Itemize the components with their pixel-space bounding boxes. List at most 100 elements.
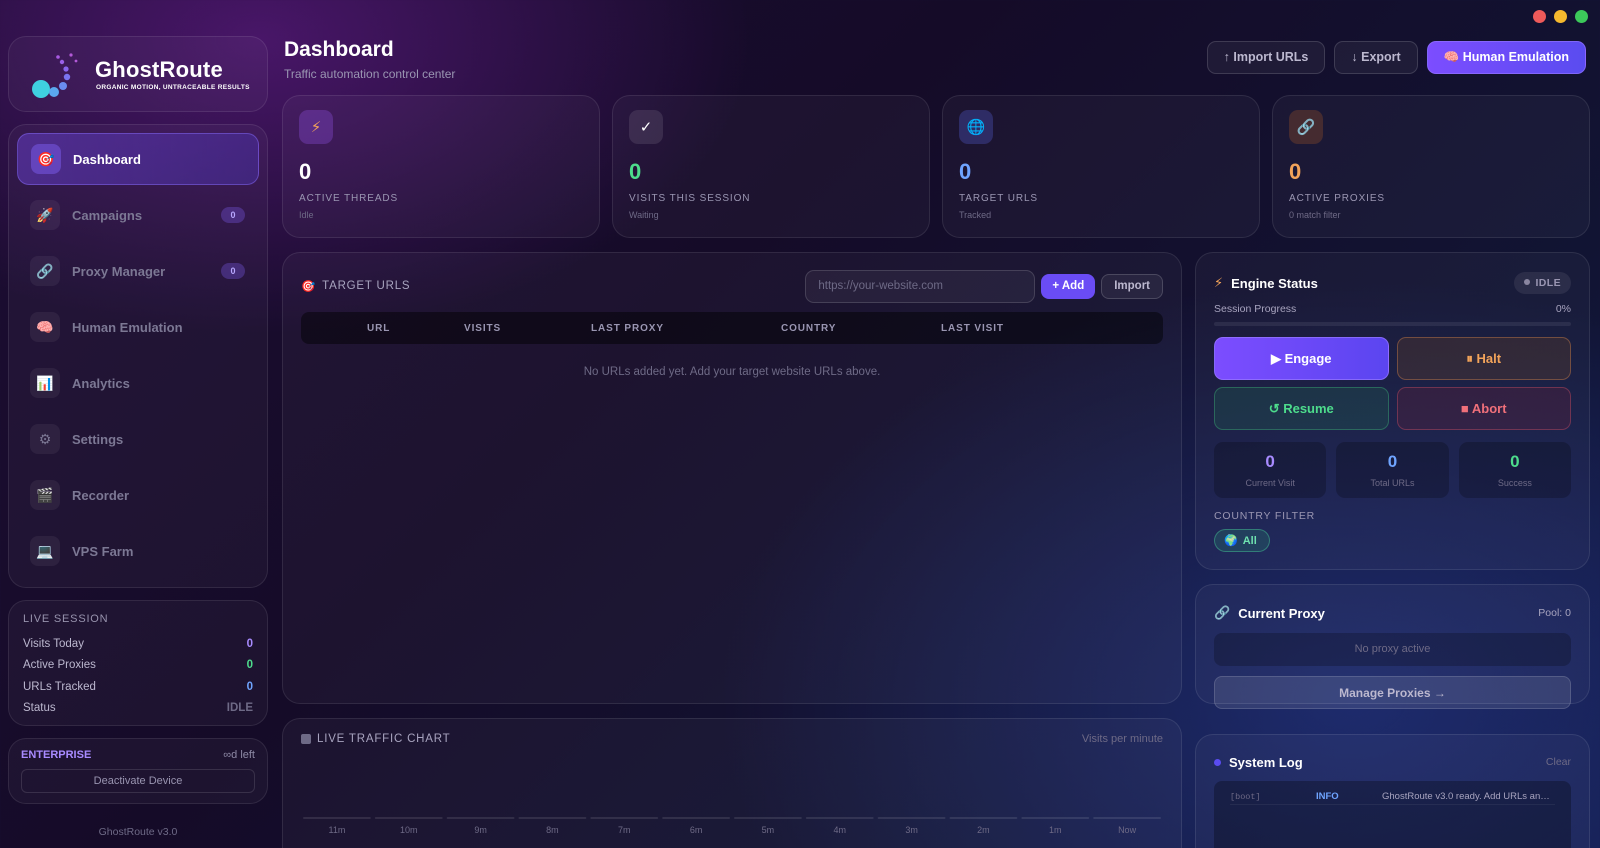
stat-value: 0 (1289, 159, 1302, 184)
sidebar-item-settings[interactable]: ⚙ Settings (17, 413, 259, 465)
sidebar-item-badge: 0 (221, 263, 245, 279)
url-input[interactable] (805, 269, 1036, 303)
target-urls-title: TARGET URLS (322, 280, 411, 292)
sidebar-item-label: VPS Farm (72, 543, 134, 559)
stat-label: TARGET URLS (959, 193, 1038, 204)
log-body: [boot] INFO GhostRoute v3.0 ready. Add URL… (1214, 781, 1571, 848)
current-proxy-title: Current Proxy (1238, 605, 1325, 621)
close-window-button[interactable] (1533, 10, 1546, 23)
sidebar-item-human-emulation[interactable]: 🧠 Human Emulation (17, 301, 259, 353)
sidebar-item-proxy-manager[interactable]: 🔗 Proxy Manager 0 (17, 245, 259, 297)
sidebar-item-dashboard[interactable]: 🎯 Dashboard (17, 133, 259, 185)
session-row-label: Active Proxies (23, 659, 96, 672)
add-url-button[interactable]: + Add (1041, 273, 1096, 299)
system-log-panel: System Log Clear [boot] INFO GhostRoute v3… (1195, 734, 1590, 848)
sidebar-item-vps-farm[interactable]: 💻 VPS Farm (17, 525, 259, 577)
log-dot-icon (1214, 758, 1221, 766)
mini-stat-label: Success (1497, 478, 1532, 488)
column-header-visits[interactable]: VISITS (464, 323, 501, 334)
sidebar-item-campaigns[interactable]: 🚀 Campaigns 0 (17, 189, 259, 241)
column-header-last-proxy[interactable]: LAST PROXY (591, 323, 664, 334)
sidebar-nav: 🎯 Dashboard 🚀 Campaigns 0 🔗 Proxy Manager 0 🧠 Hum… (8, 124, 268, 588)
column-header-last-visit[interactable]: LAST VISIT (941, 323, 1004, 334)
mini-stat-current-visit: 0 Current Visit (1214, 442, 1327, 498)
session-row-value: 0 (246, 659, 253, 672)
session-row: Visits Today 0 (23, 633, 253, 655)
proxy-status: No proxy active (1214, 633, 1571, 666)
traffic-chart-panel: LIVE TRAFFIC CHART Visits per minute 11m… (282, 718, 1182, 848)
minimize-window-button[interactable] (1554, 10, 1567, 23)
session-row-value: 0 (246, 637, 253, 650)
engine-status-heading: ⚡ Engine Status (1214, 275, 1318, 291)
abort-button[interactable]: ■ Abort (1396, 387, 1571, 430)
current-proxy-heading: 🔗 Current Proxy (1214, 605, 1325, 621)
traffic-tick-label: 3m (905, 825, 918, 835)
lightning-icon: ⚡ (299, 110, 333, 144)
country-filter-all-chip[interactable]: 🌍 All (1214, 529, 1270, 552)
sidebar-item-analytics[interactable]: 📊 Analytics (17, 357, 259, 409)
window-controls (1533, 10, 1588, 23)
stat-value: 0 (959, 159, 972, 184)
session-progress-bar (1214, 322, 1571, 326)
brand-logo-panel: GhostRoute ORGANIC MOTION, UNTRACEABLE R… (8, 36, 268, 112)
stat-card-active-threads: ⚡ 0 ACTIVE THREADS Idle (282, 95, 600, 238)
session-row: Active Proxies 0 (23, 655, 253, 677)
country-chip-label: All (1242, 534, 1257, 547)
target-icon: 🎯 (31, 144, 61, 174)
stat-card-active-proxies: 🔗 0 ACTIVE PROXIES 0 match filter (1272, 95, 1590, 238)
traffic-bar (949, 817, 1018, 819)
globe-icon: 🌐 (959, 110, 993, 144)
log-entry: [boot] INFO GhostRoute v3.0 ready. Add URL… (1230, 789, 1555, 805)
brand-tagline: ORGANIC MOTION, UNTRACEABLE RESULTS (96, 84, 250, 91)
mini-stat-value: 0 (1265, 452, 1275, 471)
license-panel: ENTERPRISE ∞d left Deactivate Device (8, 738, 268, 804)
link-icon: 🔗 (1214, 605, 1231, 620)
traffic-bar (590, 817, 659, 819)
log-level: INFO (1316, 791, 1339, 802)
human-emulation-button[interactable]: 🧠 Human Emulation (1426, 41, 1586, 74)
bar-chart-icon (301, 734, 311, 744)
deactivate-device-button[interactable]: Deactivate Device (21, 769, 255, 793)
brain-icon: 🧠 (30, 312, 60, 342)
traffic-tick-label: 8m (546, 825, 559, 835)
progress-label: Session Progress (1214, 303, 1297, 315)
sidebar-item-label: Dashboard (73, 151, 141, 167)
stat-card-visits-this-session: ✓ 0 VISITS THIS SESSION Waiting (612, 95, 930, 238)
traffic-tick-label: 4m (833, 825, 846, 835)
traffic-tick-label: Now (1118, 825, 1137, 835)
clear-log-button[interactable]: Clear (1546, 756, 1571, 768)
import-button[interactable]: Import (1101, 273, 1163, 299)
column-header-url[interactable]: URL (367, 323, 390, 334)
sidebar-item-label: Analytics (72, 375, 130, 391)
sidebar-item-recorder[interactable]: 🎬 Recorder (17, 469, 259, 521)
mini-stat-value: 0 (1510, 452, 1520, 471)
resume-button[interactable]: ↺ Resume (1214, 387, 1389, 430)
stat-subtext: Idle (299, 210, 314, 220)
status-dot-icon (1524, 279, 1531, 286)
mini-stat-label: Total URLs (1370, 478, 1415, 488)
traffic-bar (734, 817, 802, 819)
maximize-window-button[interactable] (1575, 10, 1588, 23)
brand-name: GhostRoute (95, 57, 223, 82)
import-urls-button[interactable]: ↑ Import URLs (1206, 41, 1326, 74)
stat-label: ACTIVE THREADS (299, 193, 399, 204)
engage-button[interactable]: ▶ Engage (1214, 337, 1389, 380)
session-row: Status IDLE (23, 698, 253, 720)
traffic-bar (877, 817, 946, 819)
sidebar-item-label: Recorder (72, 487, 130, 503)
export-button[interactable]: ↓ Export (1334, 41, 1418, 74)
traffic-bar (446, 817, 515, 819)
halt-button[interactable]: ⏸ Halt (1396, 337, 1571, 380)
engine-status-title: Engine Status (1231, 275, 1318, 291)
manage-proxies-button[interactable]: Manage Proxies → (1214, 676, 1571, 709)
sidebar-item-label: Campaigns (72, 207, 143, 223)
traffic-tick-label: 7m (618, 825, 631, 835)
engine-status-panel: ⚡ Engine Status IDLE Session Progress 0%… (1195, 252, 1590, 570)
link-icon: 🔗 (1289, 110, 1323, 144)
sidebar-item-label: Human Emulation (72, 319, 183, 335)
session-row: URLs Tracked 0 (23, 676, 253, 698)
bar-chart-icon: 📊 (30, 368, 60, 398)
urls-table-header: URL VISITS LAST PROXY COUNTRY LAST VISIT (301, 312, 1163, 344)
traffic-chart: 11m 10m 9m 8m 7m 6m 5m 4m 3m 2m 1m Now (303, 817, 1161, 835)
column-header-country[interactable]: COUNTRY (781, 323, 836, 334)
